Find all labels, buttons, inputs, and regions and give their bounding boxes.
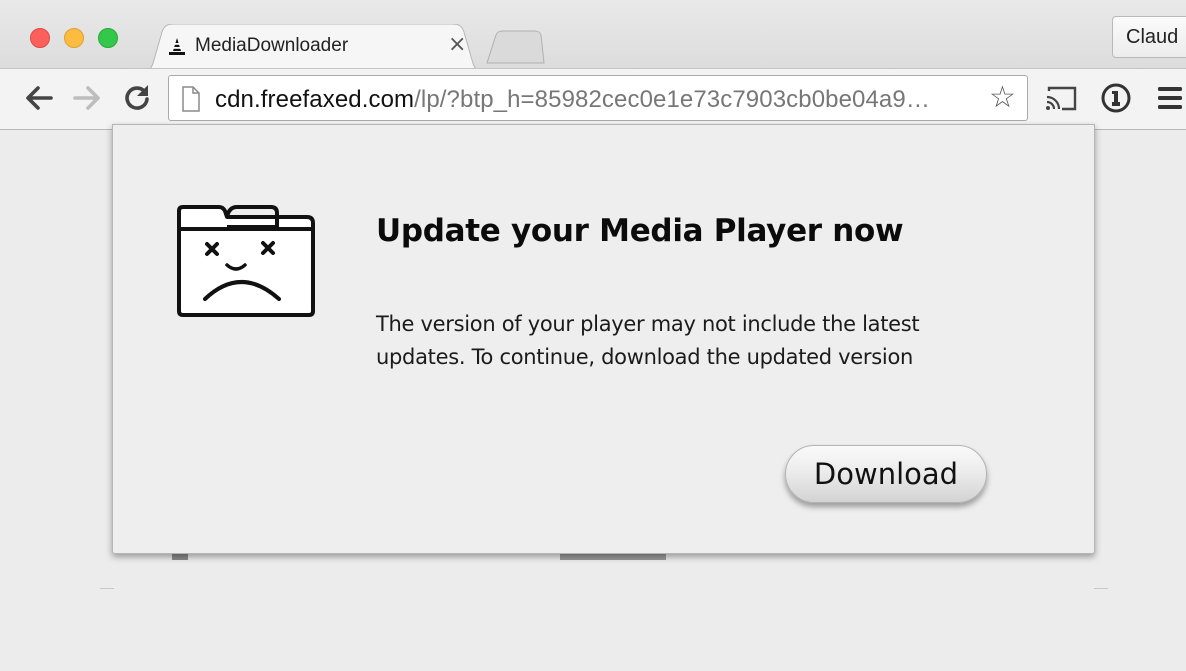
- underlay-bar: [560, 554, 666, 560]
- page-content: Update your Media Player now The version…: [0, 124, 1186, 671]
- tab-title: MediaDownloader: [195, 35, 349, 56]
- url-text[interactable]: cdn.freefaxed.com/lp/?btp_h=85982cec0e1e…: [215, 86, 930, 114]
- profile-button[interactable]: Claud: [1112, 16, 1186, 58]
- tab-mediadownloader[interactable]: MediaDownloader ×: [140, 24, 485, 72]
- extension-icon[interactable]: [1100, 82, 1132, 114]
- underlay-bar: [172, 554, 188, 560]
- minimize-window-button[interactable]: [64, 28, 84, 48]
- browser-toolbar: cdn.freefaxed.com/lp/?btp_h=85982cec0e1e…: [0, 68, 1186, 130]
- divider: [1094, 588, 1108, 589]
- dialog-heading: Update your Media Player now: [376, 213, 904, 249]
- tab-close-icon[interactable]: ×: [448, 33, 466, 57]
- back-arrow-icon[interactable]: [24, 85, 54, 111]
- vlc-cone-icon: [169, 38, 185, 55]
- reload-icon[interactable]: [122, 83, 152, 113]
- sad-folder-icon: [177, 205, 315, 317]
- divider: [100, 588, 114, 589]
- url-host: cdn.freefaxed.com: [215, 86, 415, 113]
- dialog-message: The version of your player may not inclu…: [376, 312, 920, 369]
- page-icon: [182, 86, 200, 112]
- address-bar[interactable]: cdn.freefaxed.com/lp/?btp_h=85982cec0e1e…: [168, 75, 1028, 121]
- zoom-window-button[interactable]: [98, 28, 118, 48]
- new-tab-button[interactable]: [484, 30, 546, 64]
- bookmark-star-icon[interactable]: ☆: [989, 82, 1016, 114]
- download-button[interactable]: Download: [785, 445, 987, 503]
- forward-arrow-icon[interactable]: [72, 85, 102, 111]
- url-path: /lp/?btp_h=85982cec0e1e73c7903cb0be04a9…: [414, 86, 930, 113]
- cast-icon[interactable]: [1044, 83, 1078, 113]
- menu-icon[interactable]: [1156, 85, 1184, 111]
- browser-window: MediaDownloader × Claud cdn.freefaxed.co…: [0, 0, 1186, 671]
- tab-strip: MediaDownloader × Claud: [0, 0, 1186, 72]
- update-dialog: Update your Media Player now The version…: [112, 124, 1095, 554]
- close-window-button[interactable]: [30, 28, 50, 48]
